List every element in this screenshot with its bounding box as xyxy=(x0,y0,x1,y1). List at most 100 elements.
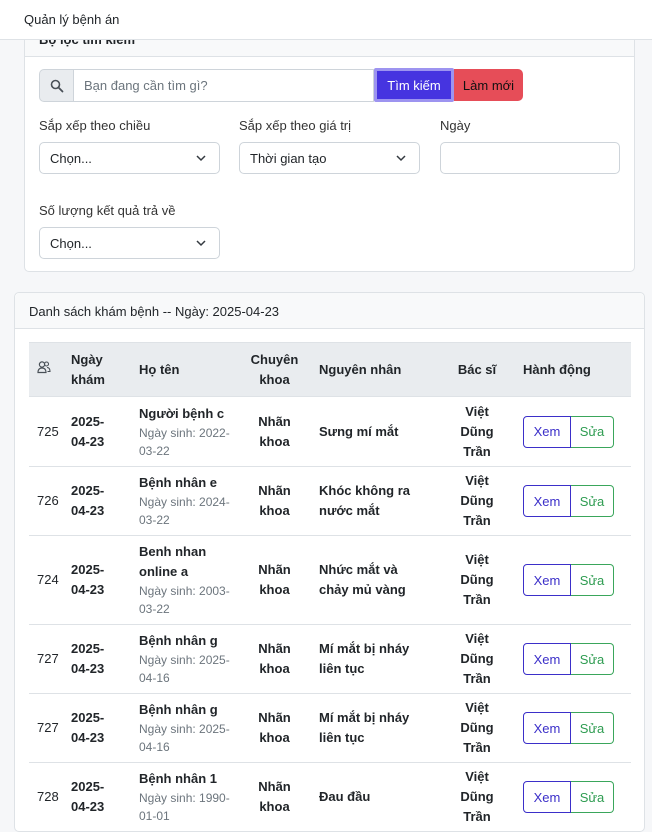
search-icon xyxy=(39,69,73,102)
patient-dob: Ngày sinh: 2022-03-22 xyxy=(139,425,230,458)
patient-dob: Ngày sinh: 2024-03-22 xyxy=(139,495,230,527)
reset-button[interactable]: Làm mới xyxy=(454,69,523,101)
cell-actions: Xem Sửa xyxy=(515,693,631,763)
search-button[interactable]: Tìm kiếm xyxy=(374,68,454,102)
patient-name: Benh nhan online a xyxy=(139,544,207,579)
cell-doctor: Việt Dũng Trần xyxy=(439,466,515,536)
cell-date: 2025-04-23 xyxy=(63,762,131,832)
result-limit-label: Số lượng kết quả trả về xyxy=(39,203,176,218)
cell-cause: Sưng mí mắt xyxy=(311,396,439,467)
users-icon xyxy=(37,360,51,373)
edit-button[interactable]: Sửa xyxy=(571,712,614,744)
cell-patient: Bệnh nhân e Ngày sinh: 2024-03-22 xyxy=(131,466,238,536)
cell-date: 2025-04-23 xyxy=(63,693,131,763)
list-title: Danh sách khám bệnh -- Ngày: 2025-04-23 xyxy=(15,293,644,329)
column-doctor: Bác sĩ xyxy=(439,342,515,397)
cell-id: 727 xyxy=(29,693,63,763)
sort-direction-label: Sắp xếp theo chiều xyxy=(39,118,151,133)
examination-list-panel: Danh sách khám bệnh -- Ngày: 2025-04-23 … xyxy=(14,292,645,832)
patient-dob: Ngày sinh: 1990-01-01 xyxy=(139,791,230,823)
patient-dob: Ngày sinh: 2025-04-16 xyxy=(139,653,230,685)
cell-id: 725 xyxy=(29,396,63,467)
cell-specialty: Nhãn khoa xyxy=(238,624,311,694)
sort-direction-value: Chọn... xyxy=(50,151,92,166)
table-row: 727 2025-04-23 Bệnh nhân g Ngày sinh: 20… xyxy=(29,693,631,763)
cell-date: 2025-04-23 xyxy=(63,396,131,467)
view-button[interactable]: Xem xyxy=(523,415,571,448)
table-row: 727 2025-04-23 Bệnh nhân g Ngày sinh: 20… xyxy=(29,624,631,694)
cell-id: 728 xyxy=(29,762,63,832)
sort-value-select[interactable]: Thời gian tạo xyxy=(239,142,420,174)
cell-patient: Người bệnh c Ngày sinh: 2022-03-22 xyxy=(131,396,238,467)
date-label: Ngày xyxy=(440,118,471,133)
cell-doctor: Việt Dũng Trần xyxy=(439,396,515,467)
sort-value-label: Sắp xếp theo giá trị xyxy=(239,118,352,133)
edit-button[interactable]: Sửa xyxy=(571,781,614,813)
chevron-down-icon xyxy=(396,155,406,162)
cell-actions: Xem Sửa xyxy=(515,762,631,832)
patient-name: Bệnh nhân g xyxy=(139,702,218,717)
cell-patient: Bệnh nhân g Ngày sinh: 2025-04-16 xyxy=(131,693,238,763)
patient-name: Bệnh nhân g xyxy=(139,633,218,648)
cell-patient: Bệnh nhân g Ngày sinh: 2025-04-16 xyxy=(131,624,238,694)
view-button[interactable]: Xem xyxy=(523,643,571,675)
table-row: 725 2025-04-23 Người bệnh c Ngày sinh: 2… xyxy=(29,396,631,467)
app-header: Quản lý bệnh án xyxy=(0,0,652,40)
cell-specialty: Nhãn khoa xyxy=(238,466,311,536)
filter-panel: Bộ lọc tìm kiếm Tìm kiếm Làm mới Sắp xếp… xyxy=(24,20,635,272)
cell-actions: Xem Sửa xyxy=(515,466,631,536)
column-id xyxy=(29,342,63,397)
cell-id: 724 xyxy=(29,535,63,625)
cell-doctor: Việt Dũng Trần xyxy=(439,693,515,763)
search-input[interactable] xyxy=(73,69,374,102)
cell-patient: Benh nhan online a Ngày sinh: 2003-03-22 xyxy=(131,535,238,625)
cell-cause: Nhức mắt và chảy mủ vàng xyxy=(311,535,439,625)
cell-specialty: Nhãn khoa xyxy=(238,693,311,763)
patient-dob: Ngày sinh: 2003-03-22 xyxy=(139,584,230,616)
column-cause: Nguyên nhân xyxy=(311,342,439,397)
patient-name: Người bệnh c xyxy=(139,405,225,421)
cell-actions: Xem Sửa xyxy=(515,396,631,467)
cell-cause: Đau đầu xyxy=(311,762,439,832)
chevron-down-icon xyxy=(196,155,206,162)
app-title: Quản lý bệnh án xyxy=(24,12,120,27)
edit-button[interactable]: Sửa xyxy=(571,415,614,448)
sort-value-value: Thời gian tạo xyxy=(250,151,327,166)
date-input[interactable] xyxy=(440,142,620,174)
table-row: 728 2025-04-23 Bệnh nhân 1 Ngày sinh: 19… xyxy=(29,762,631,832)
patient-dob: Ngày sinh: 2025-04-16 xyxy=(139,722,230,754)
cell-id: 727 xyxy=(29,624,63,694)
column-action: Hành động xyxy=(515,342,631,397)
cell-cause: Mí mắt bị nháy liên tục xyxy=(311,693,439,763)
column-specialty: Chuyên khoa xyxy=(238,342,311,397)
view-button[interactable]: Xem xyxy=(523,781,571,813)
cell-date: 2025-04-23 xyxy=(63,466,131,536)
edit-button[interactable]: Sửa xyxy=(571,643,614,675)
cell-specialty: Nhãn khoa xyxy=(238,762,311,832)
result-limit-value: Chọn... xyxy=(50,236,92,251)
table-row: 726 2025-04-23 Bệnh nhân e Ngày sinh: 20… xyxy=(29,466,631,536)
cell-actions: Xem Sửa xyxy=(515,624,631,694)
view-button[interactable]: Xem xyxy=(523,564,571,596)
cell-cause: Mí mắt bị nháy liên tục xyxy=(311,624,439,694)
patient-name: Bệnh nhân e xyxy=(139,475,218,490)
result-limit-select[interactable]: Chọn... xyxy=(39,227,220,259)
cell-date: 2025-04-23 xyxy=(63,535,131,625)
cell-doctor: Việt Dũng Trần xyxy=(439,535,515,625)
cell-specialty: Nhãn khoa xyxy=(238,535,311,625)
search-group: Tìm kiếm Làm mới xyxy=(39,68,523,103)
cell-doctor: Việt Dũng Trần xyxy=(439,762,515,832)
cell-patient: Bệnh nhân 1 Ngày sinh: 1990-01-01 xyxy=(131,762,238,832)
sort-direction-select[interactable]: Chọn... xyxy=(39,142,220,174)
examination-table: Ngày khám Họ tên Chuyên khoa Nguyên nhân… xyxy=(29,342,631,832)
edit-button[interactable]: Sửa xyxy=(571,564,614,596)
cell-date: 2025-04-23 xyxy=(63,624,131,694)
edit-button[interactable]: Sửa xyxy=(571,485,614,517)
view-button[interactable]: Xem xyxy=(523,712,571,744)
table-header-row: Ngày khám Họ tên Chuyên khoa Nguyên nhân… xyxy=(29,342,631,397)
column-name: Họ tên xyxy=(131,342,238,397)
cell-cause: Khóc không ra nước mắt xyxy=(311,466,439,536)
patient-name: Bệnh nhân 1 xyxy=(139,771,218,786)
view-button[interactable]: Xem xyxy=(523,485,571,517)
table-row: 724 2025-04-23 Benh nhan online a Ngày s… xyxy=(29,535,631,625)
